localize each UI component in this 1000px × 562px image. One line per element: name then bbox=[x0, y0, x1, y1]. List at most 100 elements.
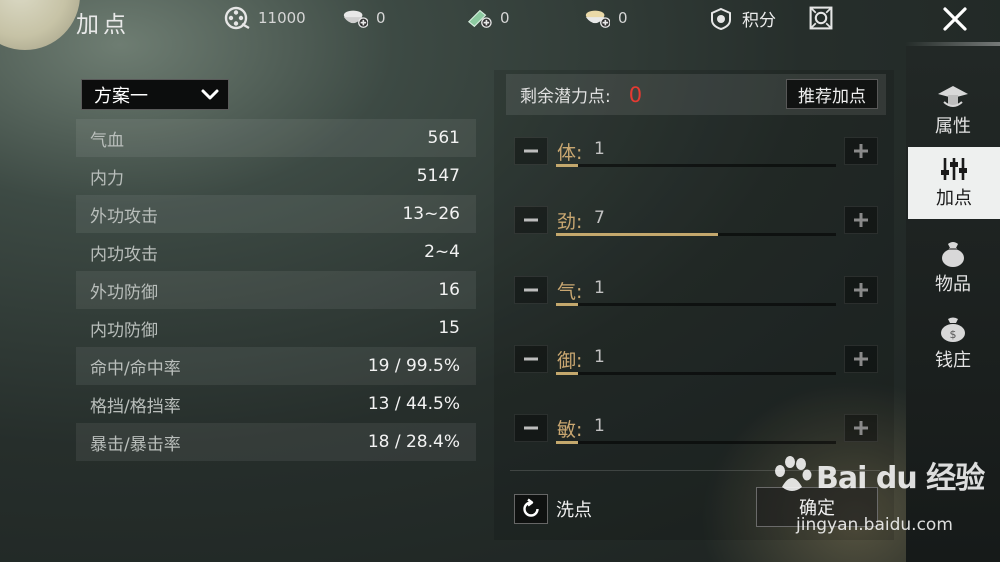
attribute-name: 劲: bbox=[557, 211, 583, 233]
paw-icon bbox=[775, 456, 812, 491]
points-score[interactable]: 积分 bbox=[708, 6, 776, 31]
baidu-watermark: Bai du 经验 jingyan.baidu.com bbox=[770, 453, 985, 535]
settings-button[interactable] bbox=[808, 6, 834, 30]
attribute-name: 敏: bbox=[557, 419, 583, 441]
stat-label: 内功防御 bbox=[90, 320, 158, 341]
stat-value: 13~26 bbox=[402, 204, 460, 224]
attribute-row: 体: 1 bbox=[514, 137, 880, 167]
increase-button[interactable] bbox=[844, 206, 878, 234]
stat-value: 16 bbox=[438, 280, 460, 300]
sidebar-tab-attributes[interactable]: 属性 bbox=[906, 74, 1000, 146]
reset-points-button[interactable]: 洗点 bbox=[514, 494, 592, 524]
stat-value: 5147 bbox=[416, 166, 460, 186]
increase-button[interactable] bbox=[844, 345, 878, 373]
resource-jade[interactable]: 0 bbox=[466, 6, 510, 30]
decrease-button[interactable] bbox=[514, 345, 548, 373]
minus-icon bbox=[524, 218, 538, 222]
attribute-row: 气: 1 bbox=[514, 276, 880, 306]
plus-icon bbox=[854, 421, 868, 435]
close-icon bbox=[943, 7, 967, 31]
sliders-icon bbox=[941, 158, 967, 180]
stat-label: 外功攻击 bbox=[90, 206, 158, 227]
resource-gold-bowl-value: 0 bbox=[618, 9, 628, 27]
resource-film-value: 11000 bbox=[258, 9, 306, 27]
stat-row: 暴击/暴击率 18 / 28.4% bbox=[76, 423, 476, 461]
sidebar-tab-label: 加点 bbox=[936, 188, 972, 209]
attribute-progress-track bbox=[556, 372, 836, 375]
stat-label: 暴击/暴击率 bbox=[90, 434, 181, 455]
decrease-button[interactable] bbox=[514, 206, 548, 234]
stat-row: 格挡/格挡率 13 / 44.5% bbox=[76, 385, 476, 423]
baidu-logo-text: Bai du 经验 bbox=[816, 461, 985, 496]
hat-icon bbox=[938, 86, 968, 107]
sidebar-tab-add-points[interactable]: 加点 bbox=[908, 147, 1000, 219]
plus-icon bbox=[854, 283, 868, 297]
attribute-value: 7 bbox=[594, 208, 605, 228]
bag-icon bbox=[942, 242, 964, 267]
plus-icon bbox=[854, 352, 868, 366]
attribute-value: 1 bbox=[594, 416, 605, 436]
decrease-button[interactable] bbox=[514, 276, 548, 304]
settings-frame-icon bbox=[808, 6, 834, 30]
svg-text:$: $ bbox=[950, 328, 957, 341]
resource-rice-bowl[interactable]: 0 bbox=[342, 6, 386, 30]
minus-icon bbox=[524, 357, 538, 361]
attribute-value: 1 bbox=[594, 347, 605, 367]
stat-row: 内力 5147 bbox=[76, 157, 476, 195]
attribute-progress-track bbox=[556, 233, 836, 236]
remaining-points-label: 剩余潜力点: bbox=[520, 87, 611, 107]
gold-bowl-plus-icon bbox=[584, 6, 610, 30]
stat-label: 外功防御 bbox=[90, 282, 158, 303]
sidebar-tab-label: 属性 bbox=[935, 116, 971, 137]
stat-label: 格挡/格挡率 bbox=[90, 396, 181, 417]
jade-plus-icon bbox=[466, 6, 492, 30]
plan-dropdown-value: 方案一 bbox=[94, 85, 148, 107]
stat-value: 561 bbox=[427, 128, 460, 148]
minus-icon bbox=[524, 426, 538, 430]
stat-row: 内功攻击 2~4 bbox=[76, 233, 476, 271]
attribute-progress-fill bbox=[556, 164, 579, 167]
increase-button[interactable] bbox=[844, 414, 878, 442]
stat-value: 13 / 44.5% bbox=[367, 394, 460, 414]
shield-badge-icon bbox=[708, 7, 734, 31]
decrease-button[interactable] bbox=[514, 414, 548, 442]
attribute-progress-fill bbox=[556, 303, 579, 306]
rice-bowl-plus-icon bbox=[342, 6, 368, 30]
baidu-logo: Bai du 经验 bbox=[770, 453, 985, 497]
stat-label: 气血 bbox=[90, 130, 124, 151]
stat-row: 内功防御 15 bbox=[76, 309, 476, 347]
attribute-row: 敏: 1 bbox=[514, 414, 880, 444]
increase-button[interactable] bbox=[844, 137, 878, 165]
stat-row: 气血 561 bbox=[76, 119, 476, 157]
stat-value: 2~4 bbox=[424, 242, 460, 262]
stat-value: 18 / 28.4% bbox=[367, 432, 460, 452]
resource-jade-value: 0 bbox=[500, 9, 510, 27]
refresh-icon bbox=[514, 494, 548, 524]
sidebar-tab-items[interactable]: 物品 bbox=[906, 232, 1000, 304]
stats-list: 气血 561 内力 5147 外功攻击 13~26 内功攻击 2~4 外功防御 16 内功… bbox=[76, 119, 476, 461]
money-bag-icon: $ bbox=[941, 317, 965, 342]
attribute-value: 1 bbox=[594, 278, 605, 298]
attribute-progress-fill bbox=[556, 372, 579, 375]
resource-film[interactable]: 11000 bbox=[224, 6, 306, 30]
attribute-name: 御: bbox=[557, 350, 583, 372]
plan-dropdown[interactable]: 方案一 bbox=[81, 79, 229, 110]
increase-button[interactable] bbox=[844, 276, 878, 304]
recommend-points-button[interactable]: 推荐加点 bbox=[786, 79, 878, 109]
minus-icon bbox=[524, 288, 538, 292]
remaining-points-value: 0 bbox=[628, 82, 643, 107]
baidu-url: jingyan.baidu.com bbox=[796, 515, 953, 535]
sidebar-tab-label: 物品 bbox=[935, 274, 971, 295]
sidebar-tab-bank[interactable]: $ 钱庄 bbox=[906, 308, 1000, 380]
stat-row: 命中/命中率 19 / 99.5% bbox=[76, 347, 476, 385]
close-button[interactable] bbox=[934, 0, 976, 38]
stat-row: 外功防御 16 bbox=[76, 271, 476, 309]
decrease-button[interactable] bbox=[514, 137, 548, 165]
points-score-label: 积分 bbox=[742, 11, 776, 31]
resource-gold-bowl[interactable]: 0 bbox=[584, 6, 628, 30]
plus-icon bbox=[854, 144, 868, 158]
reset-points-label: 洗点 bbox=[556, 500, 592, 521]
stat-label: 命中/命中率 bbox=[90, 358, 181, 379]
minus-icon bbox=[524, 149, 538, 153]
resource-rice-bowl-value: 0 bbox=[376, 9, 386, 27]
